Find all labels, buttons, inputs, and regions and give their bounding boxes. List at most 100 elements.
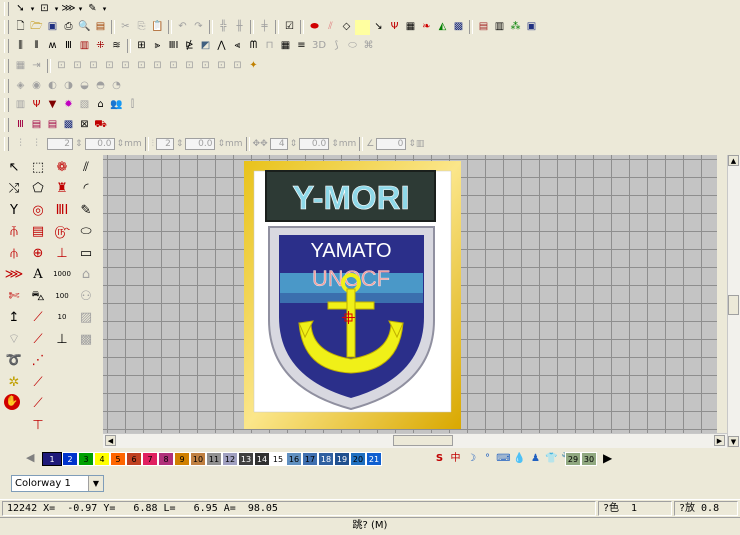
transform3-icon[interactable]: ◐	[45, 79, 60, 94]
stitch-tool-icon[interactable]: ⋙	[61, 2, 76, 17]
frame6-icon[interactable]: ⛟	[93, 118, 108, 133]
horizontal-scrollbar[interactable]: ◀ ▶	[103, 433, 727, 448]
pen-box-icon[interactable]: ✎	[76, 200, 96, 220]
swatch-9[interactable]: 9	[174, 452, 190, 466]
satin-icon[interactable]: ⫽	[323, 20, 338, 35]
plumb-icon[interactable]: ⊥	[52, 329, 72, 349]
lasso-icon[interactable]: ⌔	[4, 329, 24, 349]
fork-icon[interactable]: Ψ	[387, 20, 402, 35]
spin-icon[interactable]: ⇕	[75, 139, 83, 149]
swatch-2[interactable]: 2	[62, 452, 78, 466]
colorway-select[interactable]: Colorway 1 ▼	[11, 475, 104, 492]
texture-icon[interactable]: ▩	[76, 329, 96, 349]
magic-icon[interactable]: ✦	[246, 59, 261, 74]
s-icon[interactable]: S	[432, 451, 447, 466]
frame4-icon[interactable]: ▩	[61, 118, 76, 133]
count-100-icon[interactable]: 100	[52, 286, 72, 306]
dropdown-arrow-icon[interactable]: ▾	[101, 2, 108, 17]
toolbar-grip[interactable]	[4, 118, 9, 132]
swatch-1[interactable]: 1	[42, 452, 62, 466]
tree-icon[interactable]: ⁂	[508, 20, 523, 35]
y-tool-icon[interactable]: Y	[4, 200, 24, 220]
swatch-13[interactable]: 13	[238, 452, 254, 466]
needle-line-icon[interactable]: ⟋	[28, 372, 48, 392]
swatch-16[interactable]: 16	[286, 452, 302, 466]
dropdown-arrow-icon[interactable]: ▾	[29, 2, 36, 17]
swatch-21[interactable]: 21	[366, 452, 382, 466]
spin-icon[interactable]: ⇕	[117, 139, 125, 149]
pointer-tool-icon[interactable]: ➘	[13, 2, 28, 17]
spiral-icon[interactable]: ௹	[52, 222, 72, 242]
checkbox-icon[interactable]: ☑	[282, 20, 297, 35]
dropdown-arrow-icon[interactable]: ▾	[77, 2, 84, 17]
swatch-17[interactable]: 17	[302, 452, 318, 466]
transform7-icon[interactable]: ◔	[109, 79, 124, 94]
highlight-icon[interactable]	[355, 19, 370, 35]
grid3-icon[interactable]: ▦	[403, 20, 418, 35]
toolbar-grip[interactable]	[4, 79, 9, 93]
people-icon[interactable]: 👥	[109, 98, 124, 113]
stitch-satin-icon[interactable]: Ⅲ	[61, 39, 76, 54]
scroll-down-icon[interactable]: ▼	[728, 436, 739, 447]
open-icon[interactable]: 🗁	[29, 20, 44, 35]
chain-red-icon[interactable]: ⟋	[28, 329, 48, 349]
curve-icon[interactable]: ◜	[76, 179, 96, 199]
3d-icon[interactable]: 3D	[310, 39, 328, 54]
picture-icon[interactable]: ▣	[524, 20, 539, 35]
needle-icon[interactable]: ↘	[371, 20, 386, 35]
red-fork-icon[interactable]: ⫛	[4, 243, 24, 263]
outline-icon[interactable]: ◇	[339, 20, 354, 35]
stitch-box-icon[interactable]: ◩	[198, 39, 213, 54]
scroll-thumb-h[interactable]	[393, 435, 453, 446]
align2-icon[interactable]: ╫	[232, 20, 247, 35]
transform2-icon[interactable]: ◉	[29, 79, 44, 94]
stitch-zigzag-icon[interactable]: ʍ	[45, 39, 60, 54]
wings-icon[interactable]: ❧	[419, 20, 434, 35]
chart-icon[interactable]: ◭	[435, 20, 450, 35]
stitch-lines-icon[interactable]: ≡	[294, 39, 309, 54]
color-wheel-icon[interactable]: ❁	[52, 157, 72, 177]
spin-icon[interactable]: ⇕	[217, 139, 225, 149]
moon-icon[interactable]: ☽	[464, 451, 479, 466]
transform5-icon[interactable]: ◒	[77, 79, 92, 94]
chevron-down-icon[interactable]: ▼	[88, 476, 103, 491]
dropdown-arrow-icon[interactable]: ▾	[53, 2, 60, 17]
edit9-icon[interactable]: ⊡	[150, 59, 165, 74]
loop-icon[interactable]: ➰	[4, 351, 24, 371]
field-6[interactable]: 0.0	[299, 138, 330, 150]
field-7[interactable]: 0	[376, 138, 407, 150]
new-icon[interactable]: 🗋	[13, 20, 28, 35]
count-1000-icon[interactable]: 1000	[52, 265, 72, 285]
person-icon[interactable]: ♟	[528, 451, 543, 466]
dash-red-icon[interactable]: ⋰	[28, 351, 48, 371]
swatch-3[interactable]: 3	[78, 452, 94, 466]
copy-icon[interactable]: ⎘	[134, 20, 149, 35]
palette-left-icon[interactable]: ◀	[26, 451, 42, 466]
field-1[interactable]: 2	[47, 138, 73, 150]
drop-icon[interactable]: 💧	[512, 451, 527, 466]
stitch-angle-icon[interactable]: ⫸	[150, 39, 165, 54]
design-icon[interactable]: ▩	[451, 20, 466, 35]
scroll-right-icon[interactable]: ▶	[714, 435, 725, 446]
scissor-red-icon[interactable]: ✄	[4, 286, 24, 306]
shirt-icon[interactable]: 👕	[544, 451, 559, 466]
field-5[interactable]: 4	[269, 138, 288, 150]
edit1-icon[interactable]: ▦	[13, 59, 28, 74]
swatch-18[interactable]: 18	[318, 452, 334, 466]
text-tool-icon[interactable]: A	[28, 265, 48, 285]
spin-icon[interactable]: ⇕	[331, 139, 339, 149]
swatch-4[interactable]: 4	[94, 452, 110, 466]
edit12-icon[interactable]: ⊡	[198, 59, 213, 74]
toolbar-grip[interactable]	[4, 20, 9, 34]
align-up-icon[interactable]: ↥	[4, 308, 24, 328]
keyboard-icon[interactable]: ⌨	[496, 451, 511, 466]
save-icon[interactable]: ▣	[45, 20, 60, 35]
object4-icon[interactable]: ✹	[61, 98, 76, 113]
object6-icon[interactable]: ⌂	[93, 98, 108, 113]
table2-icon[interactable]: ▥	[492, 20, 507, 35]
toolbar-grip[interactable]	[4, 39, 9, 53]
transform1-icon[interactable]: ◈	[13, 79, 28, 94]
swatch-14[interactable]: 14	[254, 452, 270, 466]
toolbar-grip[interactable]	[4, 2, 9, 16]
n-tool-icon[interactable]: ⊤	[28, 415, 48, 435]
